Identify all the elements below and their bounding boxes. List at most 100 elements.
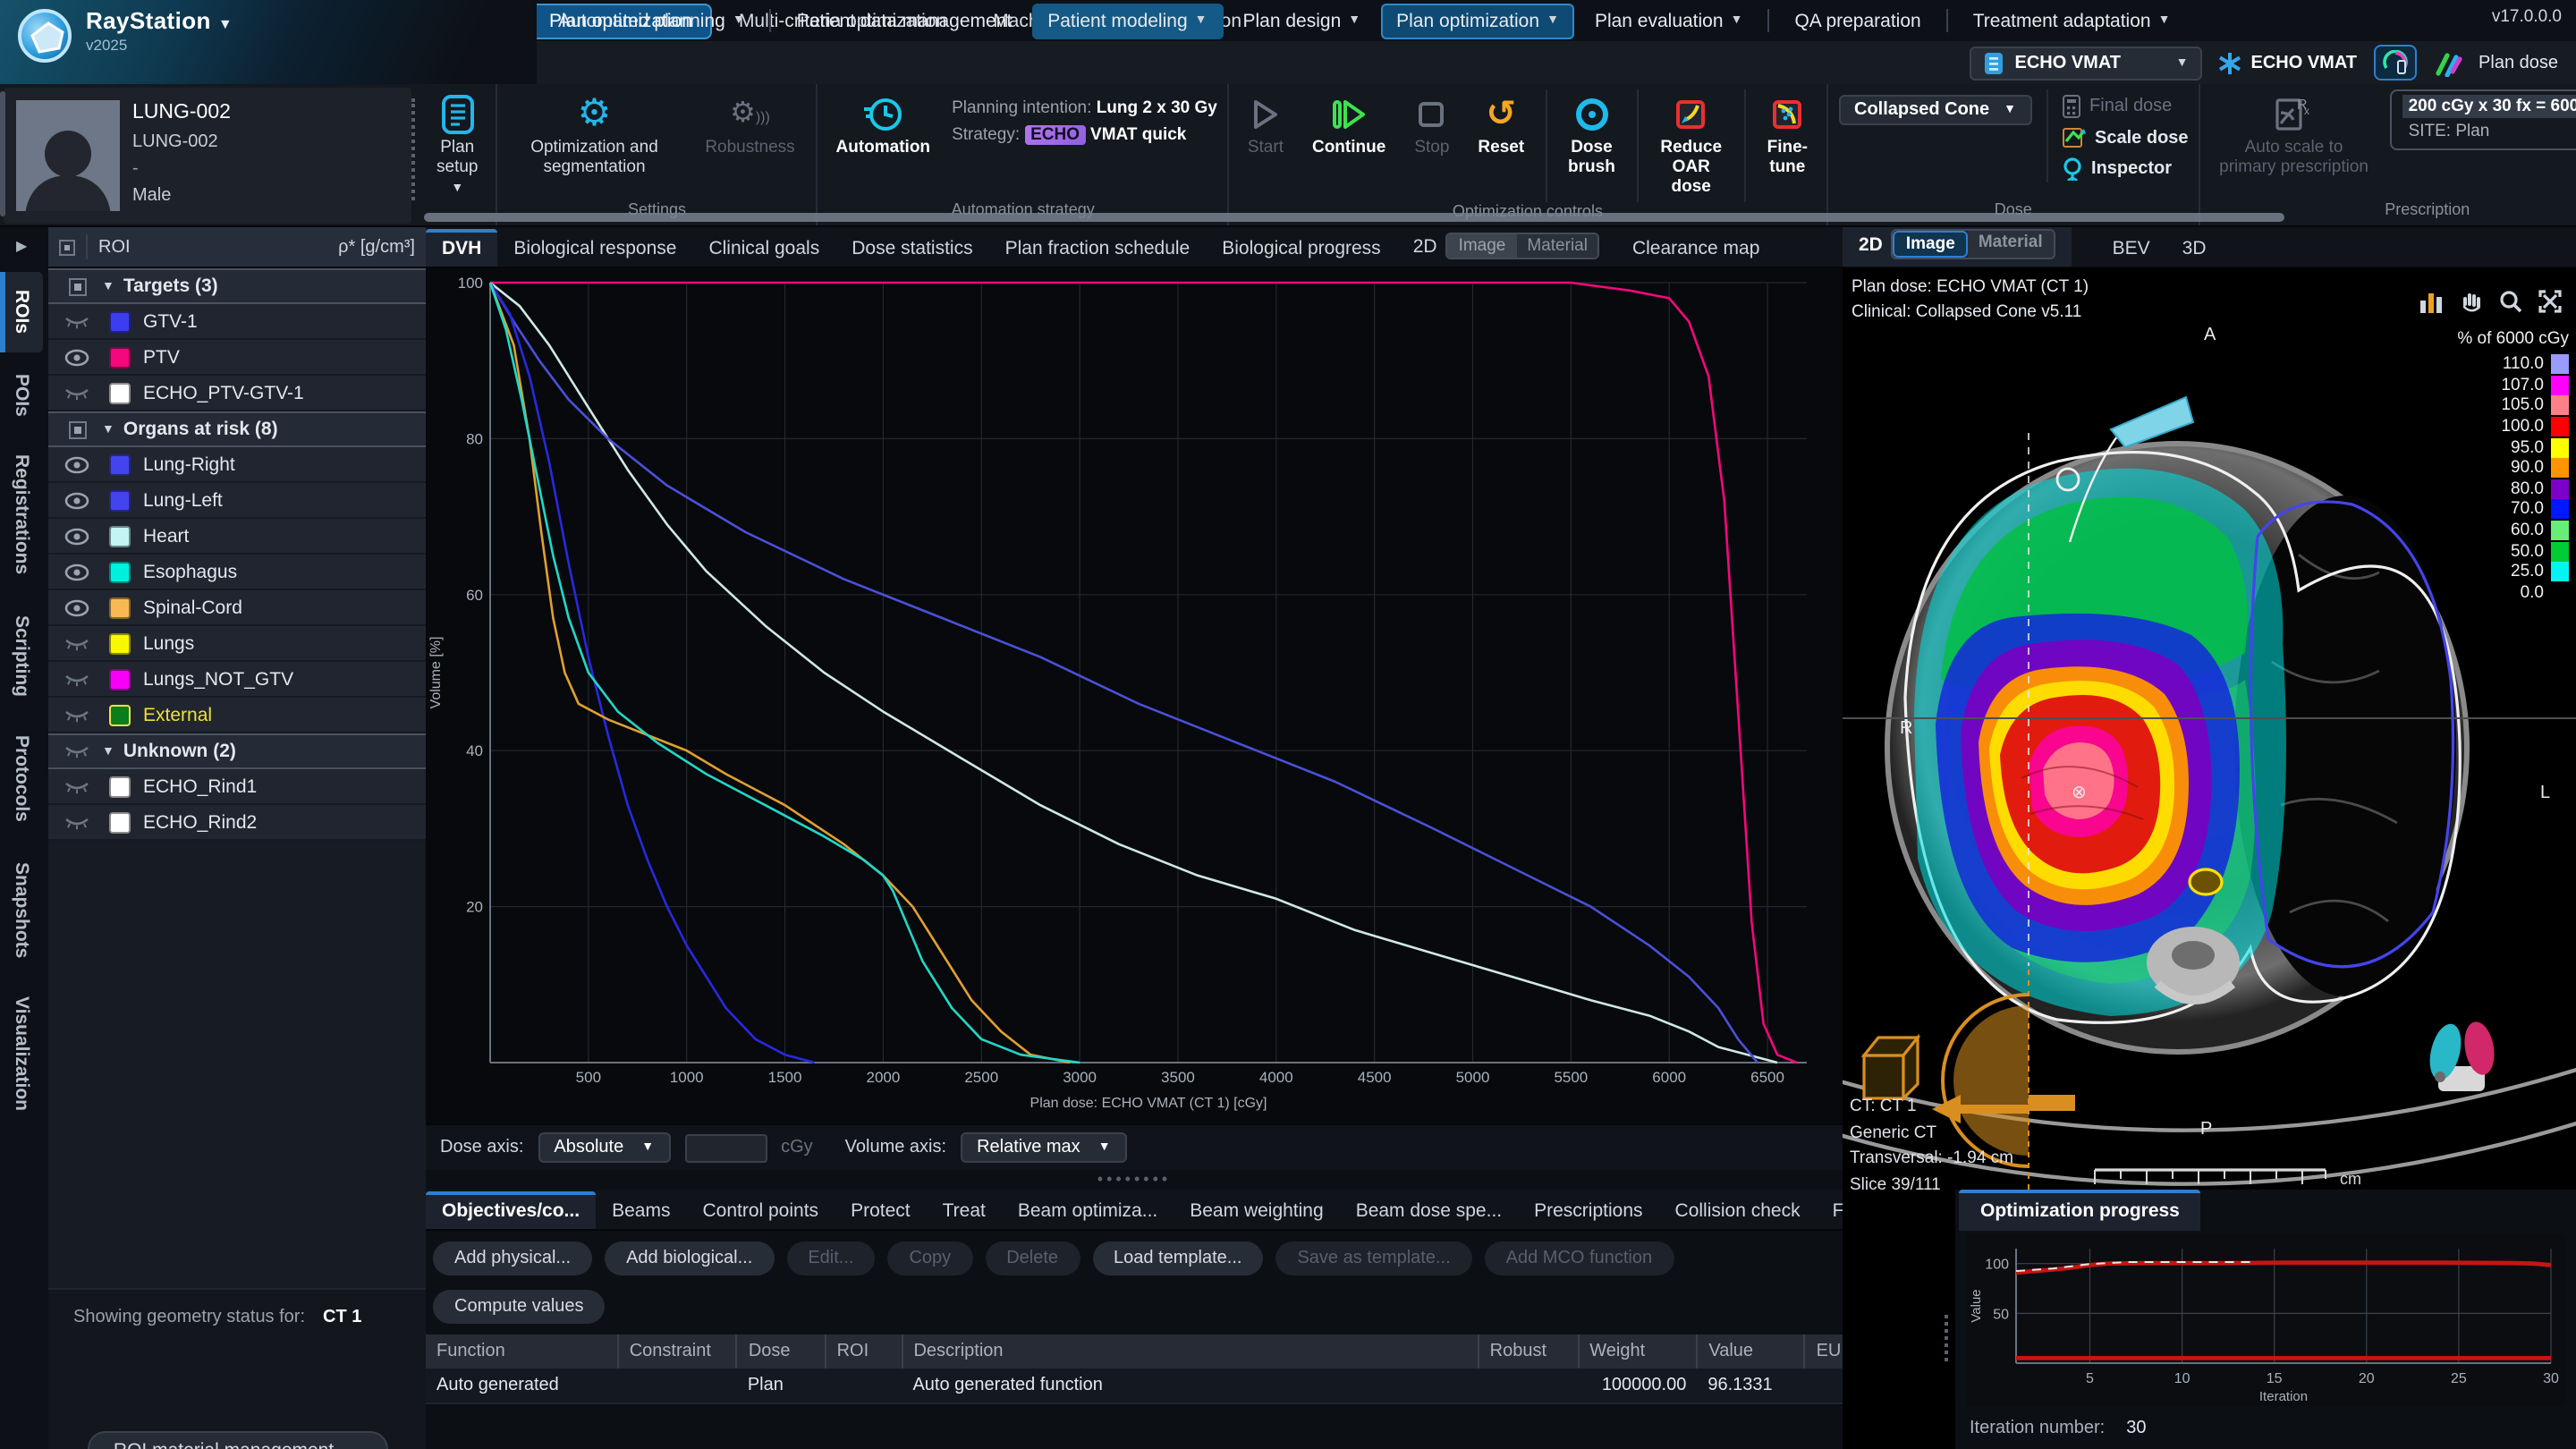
automation-button[interactable]: Automation (829, 89, 938, 163)
toggle-image[interactable]: Image (1894, 231, 1968, 258)
roi-row-heart[interactable]: Heart (48, 519, 426, 555)
roi-group-unknown-2-[interactable]: ▼Unknown (2) (48, 733, 426, 769)
select-all-checkbox[interactable] (59, 239, 75, 255)
group-checkbox[interactable] (55, 419, 98, 439)
dvh-tab-clinical-goals[interactable]: Clinical goals (692, 231, 835, 267)
column-header-robust[interactable]: Robust (1479, 1335, 1579, 1368)
menu-automated-planning[interactable]: Automated planning▼ (542, 3, 761, 38)
ribbon-drag-handle[interactable] (411, 98, 415, 200)
eye-open-icon[interactable] (55, 491, 98, 509)
edit--button[interactable]: Edit... (786, 1241, 875, 1275)
roi-row-echo-ptv-gtv-1[interactable]: ECHO_PTV-GTV-1 (48, 376, 426, 411)
dose-engine-dropdown[interactable]: Collapsed Cone ▼ (1838, 95, 2032, 125)
dvh-tab-clearance-map[interactable]: Clearance map (1616, 231, 1775, 267)
vertical-splitter[interactable] (1945, 1315, 1948, 1361)
eye-closed-icon[interactable] (55, 708, 98, 722)
dose-gauge-button[interactable] (2373, 45, 2416, 80)
reset-button[interactable]: ↺ Reset (1470, 89, 1531, 163)
auto-scale-button[interactable]: Rx Auto scale to primary prescription (2212, 89, 2377, 182)
column-header-value[interactable]: Value (1697, 1335, 1804, 1368)
dose-brush-toggle-icon[interactable] (2432, 49, 2462, 76)
roi-row-lung-right[interactable]: Lung-Right (48, 447, 426, 483)
orientation-cube-icon[interactable] (1864, 1038, 1918, 1098)
pan-hand-icon[interactable] (2460, 290, 2483, 313)
menu-patient-data-management[interactable]: Patient data management (781, 3, 1029, 38)
eye-closed-icon[interactable] (55, 779, 98, 793)
tab-3d[interactable]: 3D (2166, 231, 2223, 267)
menu-plan-optimization[interactable]: Plan optimization▼ (1380, 3, 1575, 38)
eye-open-icon[interactable] (55, 563, 98, 580)
scale-dose-button[interactable]: Scale dose (2063, 125, 2189, 150)
optimization-segmentation-button[interactable]: ⚙ Optimization and segmentation (509, 89, 681, 182)
column-header-weight[interactable]: Weight (1578, 1335, 1697, 1368)
final-dose-button[interactable]: Final dose (2063, 93, 2189, 120)
inspector-button[interactable]: Inspector (2063, 156, 2189, 182)
zoom-icon[interactable] (2499, 290, 2522, 313)
column-header-dose[interactable]: Dose (737, 1335, 826, 1368)
roi-group-organs-at-risk-8-[interactable]: ▼Organs at risk (8) (48, 411, 426, 447)
eye-closed-icon[interactable] (55, 672, 98, 686)
dvh-tab-dvh[interactable]: DVH (426, 229, 497, 267)
eye-open-icon[interactable] (55, 527, 98, 545)
save-as-template--button[interactable]: Save as template... (1275, 1241, 1471, 1275)
roi-row-ptv[interactable]: PTV (48, 340, 426, 376)
toggle-material[interactable]: Material (1968, 231, 2054, 258)
delete-button[interactable]: Delete (985, 1241, 1080, 1275)
app-title[interactable]: RayStation▼ (86, 7, 233, 34)
dvh-tab-plan-fraction-schedule[interactable]: Plan fraction schedule (989, 231, 1207, 267)
roi-row-echo-rind2[interactable]: ECHO_Rind2 (48, 805, 426, 841)
continue-button[interactable]: Continue (1305, 89, 1393, 163)
dvh-chart[interactable]: 5001000150020002500300035004000450050005… (426, 268, 1832, 1113)
eye-closed-icon[interactable] (55, 314, 98, 328)
stop-button[interactable]: Stop (1407, 89, 1456, 163)
menu-patient-modeling[interactable]: Patient modeling▼ (1031, 3, 1223, 38)
objectives-tab-beam-optimiza-[interactable]: Beam optimiza... (1002, 1193, 1174, 1229)
toggle-material[interactable]: Material (1516, 234, 1598, 258)
roi-row-spinal-cord[interactable]: Spinal-Cord (48, 590, 426, 626)
sidebar-tab-scripting[interactable]: Scripting (0, 597, 43, 714)
compute-values-button[interactable]: Compute values (433, 1290, 606, 1324)
column-header-description[interactable]: Description (902, 1335, 1478, 1368)
objectives-tab-objectives-co-[interactable]: Objectives/co... (426, 1191, 596, 1229)
add-biological--button[interactable]: Add biological... (605, 1241, 774, 1275)
load-template--button[interactable]: Load template... (1092, 1241, 1263, 1275)
objectives-tab-collision-check[interactable]: Collision check (1659, 1193, 1817, 1229)
roi-row-gtv-1[interactable]: GTV-1 (48, 304, 426, 340)
roi-row-echo-rind1[interactable]: ECHO_Rind1 (48, 769, 426, 805)
sidebar-tab-pois[interactable]: POIs (0, 355, 43, 434)
reduce-oar-dose-button[interactable]: Reduce OAR dose (1652, 89, 1731, 202)
fine-tune-button[interactable]: Fine-tune (1760, 89, 1815, 182)
group-checkbox[interactable] (55, 276, 98, 296)
collapse-arrow-icon[interactable]: ▶ (0, 227, 48, 272)
horizontal-splitter[interactable]: •••••••• (426, 1170, 1843, 1188)
menu-qa-preparation[interactable]: QA preparation (1778, 3, 1936, 38)
dose-brush-button[interactable]: Dose brush (1561, 89, 1623, 182)
roi-group-targets-3-[interactable]: ▼Targets (3) (48, 268, 426, 304)
eye-open-icon[interactable] (55, 598, 98, 616)
menu-treatment-adaptation[interactable]: Treatment adaptation▼ (1957, 3, 2187, 38)
eye-open-icon[interactable] (55, 455, 98, 473)
scrollbar-thumb[interactable] (0, 91, 5, 216)
raystation-logo-icon[interactable] (18, 9, 72, 63)
start-button[interactable]: Start (1241, 89, 1291, 163)
eye-open-icon[interactable] (55, 348, 98, 366)
tab-bev[interactable]: BEV (2097, 231, 2166, 267)
eye-closed-icon[interactable] (55, 744, 98, 758)
patient-card[interactable]: LUNG-002 LUNG-002 - Male (4, 88, 411, 224)
ribbon-scrollbar[interactable] (424, 213, 2284, 222)
objectives-tab-control-points[interactable]: Control points (686, 1193, 835, 1229)
objectives-tab-prescriptions[interactable]: Prescriptions (1518, 1193, 1658, 1229)
objectives-tab-protect[interactable]: Protect (835, 1193, 927, 1229)
plan-select-dropdown[interactable]: ECHO VMAT ▼ (1970, 46, 2203, 80)
menu-plan-evaluation[interactable]: Plan evaluation▼ (1579, 3, 1759, 38)
eye-closed-icon[interactable] (55, 815, 98, 829)
roi-material-management-button[interactable]: ROI material management▼ (87, 1431, 387, 1449)
sidebar-tab-registrations[interactable]: Registrations (0, 437, 43, 593)
toggle-image[interactable]: Image (1448, 234, 1517, 258)
roi-row-lungs[interactable]: Lungs (48, 626, 426, 662)
image-material-toggle[interactable]: Image Material (1892, 229, 2055, 259)
volume-axis-dropdown[interactable]: Relative max▼ (961, 1132, 1127, 1163)
dvh-tab-biological-response[interactable]: Biological response (497, 231, 692, 267)
objectives-tab-beams[interactable]: Beams (596, 1193, 686, 1229)
sidebar-tab-rois[interactable]: ROIs (0, 272, 43, 352)
